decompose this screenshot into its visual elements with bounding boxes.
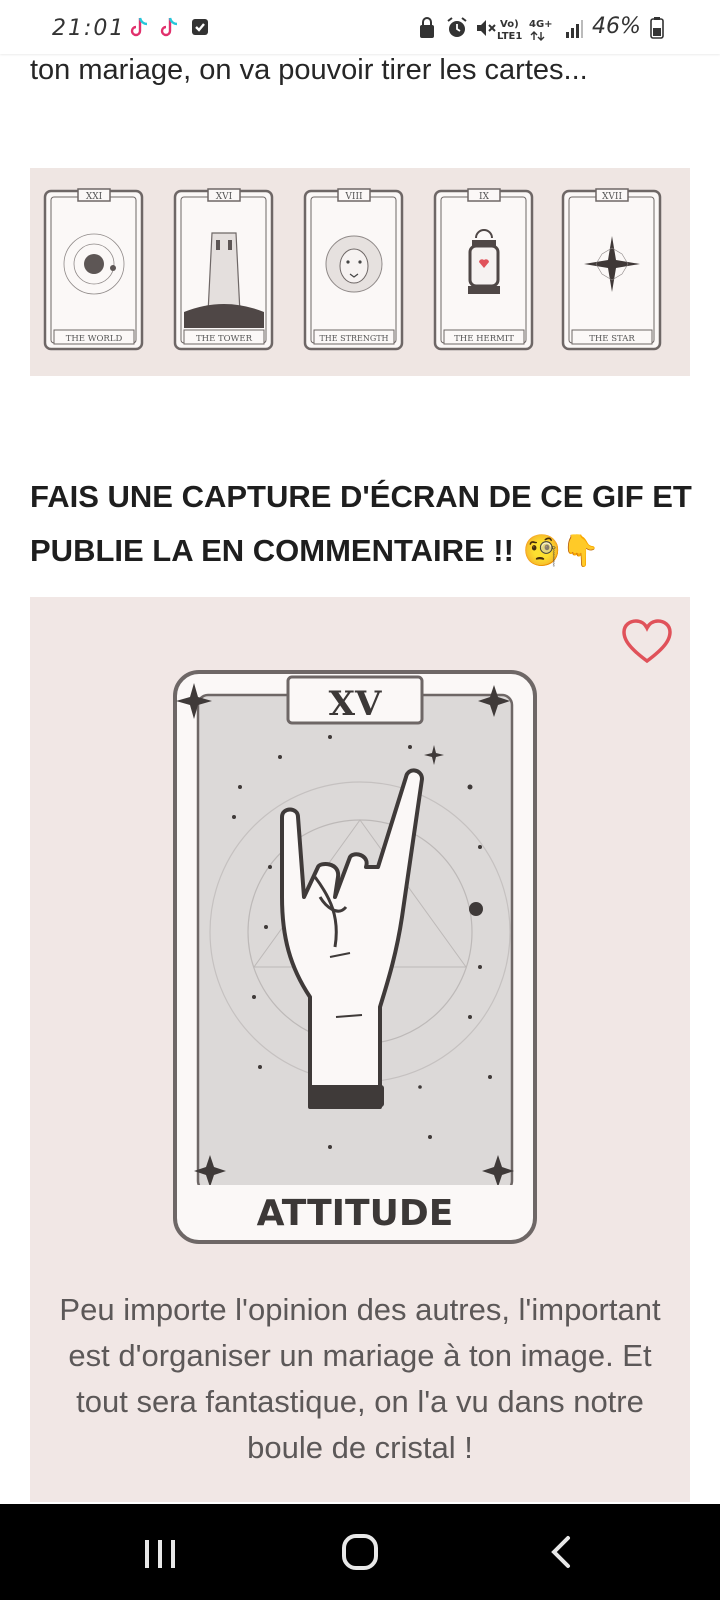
tarot-card-the-star: XVII THE STAR: [561, 188, 662, 351]
card-name: THE TOWER: [196, 334, 253, 344]
card-name: THE WORLD: [66, 334, 123, 344]
card-numeral: XXI: [86, 192, 103, 202]
card-numeral: VIII: [344, 192, 363, 202]
heart-icon[interactable]: [622, 619, 672, 665]
data-type: 4G+: [529, 19, 553, 30]
card-name: THE STAR: [589, 334, 635, 344]
tarot-card-the-tower: XVI THE TOWER: [173, 188, 274, 351]
card-title: ATTITUDE: [257, 1193, 454, 1234]
mute-icon: [477, 20, 496, 36]
card-numeral: XV: [329, 684, 382, 724]
card-numeral: XVI: [216, 192, 233, 202]
tarot-card-the-strength: VIII THE STRENGTH: [303, 188, 404, 351]
network-top: Vo): [500, 19, 519, 30]
tarot-card-the-world: XXI THE WORLD: [43, 188, 144, 351]
alarm-icon: [447, 17, 467, 37]
navigation-bar: [0, 1504, 720, 1600]
back-icon[interactable]: [532, 1532, 592, 1572]
status-bar: 21:01 Vo) LTE1 4G+ 46%: [0, 0, 720, 54]
tarot-card-attitude: XV ATTITUDE: [173, 670, 537, 1244]
card-name: THE HERMIT: [454, 334, 514, 344]
card-numeral: XVII: [602, 192, 622, 202]
featured-tarot-gif: XV ATTITUDE Peu importe l'opinion des au…: [30, 597, 690, 1502]
status-time: 21:01: [52, 16, 126, 41]
card-name: THE STRENGTH: [319, 334, 388, 343]
signal-icon: [566, 20, 583, 38]
tiktok-icon: [160, 17, 178, 37]
tiktok-icon: [130, 17, 148, 37]
lock-icon: [420, 17, 434, 38]
section-heading: FAIS UNE CAPTURE D'ÉCRAN DE CE GIF ET PU…: [30, 479, 692, 568]
battery-icon: [650, 17, 664, 39]
card-numeral: IX: [479, 192, 490, 202]
network-bottom: LTE1: [497, 31, 523, 42]
tarot-card-the-hermit: IX THE HERMIT: [433, 188, 534, 351]
data-arrows-icon: [530, 31, 545, 41]
card-description: Peu importe l'opinion des autres, l'impo…: [59, 1292, 661, 1465]
battery-percent: 46%: [592, 14, 641, 39]
home-icon[interactable]: [331, 1532, 391, 1572]
recent-apps-icon[interactable]: [130, 1532, 190, 1572]
tarot-cards-strip: XXI THE WORLD XVI THE TOWER VIII THE STR…: [30, 168, 690, 376]
checkbox-icon: [192, 19, 208, 35]
